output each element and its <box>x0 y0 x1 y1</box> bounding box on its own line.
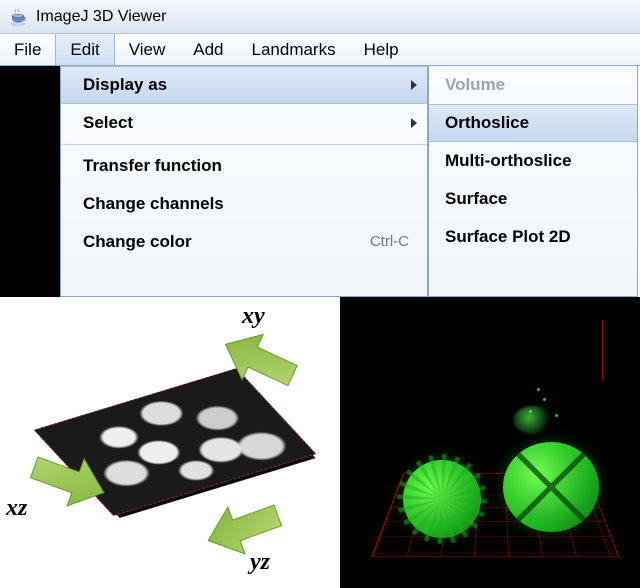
pollen-3d-scene <box>340 297 640 588</box>
menubar: File Edit View Add Landmarks Help <box>0 34 640 66</box>
axis-label-xz: xz <box>6 495 27 522</box>
menu-dropdown-row: Display as Select Transfer function Chan… <box>0 66 640 297</box>
viewport-black-strip <box>0 66 60 297</box>
submenu-item-label: Orthoslice <box>445 113 529 133</box>
window-titlebar: ImageJ 3D Viewer <box>0 0 640 34</box>
menu-item-transfer-function[interactable]: Transfer function <box>61 147 427 185</box>
z-axis-line <box>602 320 603 380</box>
sparkle-icon <box>555 414 558 417</box>
sparkle-icon <box>529 410 532 413</box>
arrow-yz-icon <box>200 493 286 563</box>
arrow-xz-icon <box>26 445 112 515</box>
submenu-item-label: Surface <box>445 189 507 209</box>
menu-item-label: Transfer function <box>83 156 222 176</box>
submenu-item-label: Surface Plot 2D <box>445 227 571 247</box>
submenu-item-orthoslice[interactable]: Orthoslice <box>429 104 637 142</box>
submenu-arrow-icon <box>411 80 417 90</box>
pollen-grain-right <box>503 442 599 532</box>
axis-label-yz: yz <box>250 549 270 576</box>
menu-landmarks[interactable]: Landmarks <box>238 34 350 65</box>
arrow-xy-icon <box>216 325 302 395</box>
menu-item-shortcut: Ctrl-C <box>370 233 409 250</box>
submenu-item-volume[interactable]: Volume <box>429 66 637 104</box>
sparkle-icon <box>543 398 546 401</box>
scene-bounds <box>352 309 628 576</box>
menu-item-change-channels[interactable]: Change channels <box>61 185 427 223</box>
submenu-item-multi-orthoslice[interactable]: Multi-orthoslice <box>429 142 637 180</box>
menu-item-label: Change channels <box>83 194 224 214</box>
display-as-submenu: Volume Orthoslice Multi-orthoslice Surfa… <box>428 66 638 297</box>
java-cup-icon <box>8 7 28 27</box>
edit-menu-panel: Display as Select Transfer function Chan… <box>60 66 428 297</box>
menu-help[interactable]: Help <box>350 34 413 65</box>
pollen-grain-left <box>403 460 481 538</box>
submenu-arrow-icon <box>411 118 417 128</box>
submenu-item-surface-plot-2d[interactable]: Surface Plot 2D <box>429 218 637 256</box>
menu-edit[interactable]: Edit <box>55 34 114 65</box>
submenu-item-label: Volume <box>445 75 505 95</box>
submenu-item-surface[interactable]: Surface <box>429 180 637 218</box>
menu-view[interactable]: View <box>115 34 180 65</box>
sparkle-icon <box>537 388 540 391</box>
menu-separator <box>61 144 427 145</box>
illustration-row: xy xz yz <box>0 297 640 588</box>
menu-item-display-as[interactable]: Display as <box>61 66 427 104</box>
pollen-debris <box>513 406 553 434</box>
submenu-item-label: Multi-orthoslice <box>445 151 572 171</box>
menu-item-select[interactable]: Select <box>61 104 427 142</box>
menu-file[interactable]: File <box>0 34 55 65</box>
menu-item-label: Display as <box>83 75 167 95</box>
menu-item-label: Select <box>83 113 133 133</box>
window-title: ImageJ 3D Viewer <box>36 8 166 26</box>
menu-item-label: Change color <box>83 232 192 252</box>
axis-label-xy: xy <box>242 303 265 330</box>
menu-add[interactable]: Add <box>179 34 237 65</box>
menu-item-change-color[interactable]: Change color Ctrl-C <box>61 223 427 261</box>
orthoslice-diagram: xy xz yz <box>0 297 340 588</box>
